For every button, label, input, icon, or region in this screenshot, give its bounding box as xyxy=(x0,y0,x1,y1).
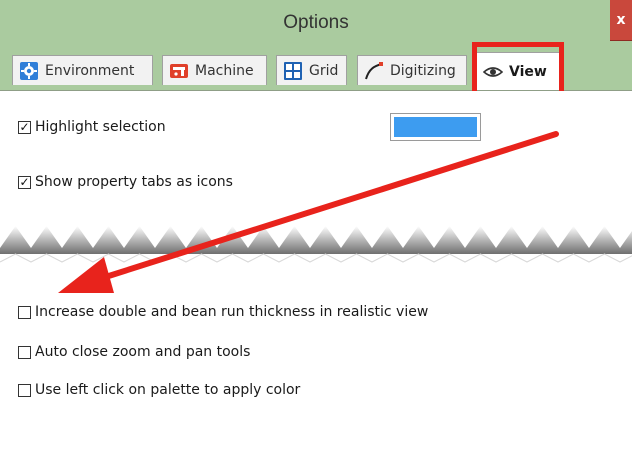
tab-grid[interactable]: Grid xyxy=(276,55,347,85)
tab-digitizing[interactable]: Digitizing xyxy=(357,55,467,85)
highlight-color-swatch[interactable] xyxy=(390,113,481,141)
view-options-panel xyxy=(0,91,632,474)
grid-icon xyxy=(284,61,302,80)
tab-label: Machine xyxy=(195,62,254,79)
torn-edge-divider xyxy=(0,226,632,263)
option-label: Use left click on palette to apply color xyxy=(35,382,301,398)
tab-label: Environment xyxy=(45,62,135,79)
auto-close-zoom-option[interactable]: Auto close zoom and pan tools xyxy=(18,344,250,360)
swatch-fill xyxy=(394,117,477,137)
highlight-selection-checkbox[interactable]: ✓ xyxy=(18,120,31,134)
left-click-palette-checkbox[interactable] xyxy=(18,383,31,397)
option-label: Increase double and bean run thickness i… xyxy=(35,304,429,320)
tab-environment[interactable]: Environment xyxy=(12,55,153,85)
tab-machine[interactable]: Machine xyxy=(162,55,267,85)
increase-thickness-checkbox[interactable] xyxy=(18,305,31,319)
option-label: Highlight selection xyxy=(35,119,166,135)
machine-icon xyxy=(170,63,188,78)
option-label: Auto close zoom and pan tools xyxy=(35,344,251,360)
show-property-tabs-checkbox[interactable]: ✓ xyxy=(18,175,31,189)
annotation-highlight-box xyxy=(472,42,564,98)
option-label: Show property tabs as icons xyxy=(35,174,233,190)
close-button[interactable]: x xyxy=(610,0,632,41)
window-title: Options xyxy=(283,12,349,33)
show-property-tabs-option[interactable]: ✓ Show property tabs as icons xyxy=(18,174,233,190)
highlight-selection-option[interactable]: ✓ Highlight selection xyxy=(18,119,166,135)
increase-thickness-option[interactable]: Increase double and bean run thickness i… xyxy=(18,304,428,320)
auto-close-zoom-checkbox[interactable] xyxy=(18,345,31,359)
digitizing-icon xyxy=(365,61,383,79)
gear-icon xyxy=(20,61,38,80)
tab-label: Digitizing xyxy=(390,62,456,79)
tab-label: Grid xyxy=(309,62,339,79)
left-click-palette-option[interactable]: Use left click on palette to apply color xyxy=(18,382,300,398)
